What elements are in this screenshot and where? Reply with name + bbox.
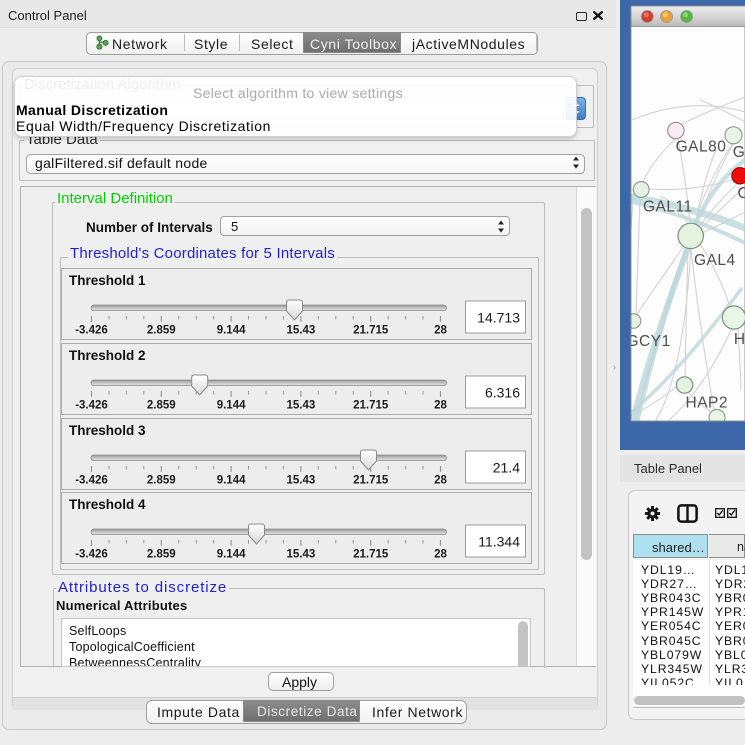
svg-text:H: H	[734, 331, 745, 348]
svg-text:2.859: 2.859	[146, 474, 175, 486]
svg-text:-3.426: -3.426	[75, 325, 108, 337]
svg-text:15.43: 15.43	[286, 399, 315, 411]
svg-text:2.859: 2.859	[146, 549, 175, 561]
svg-text:28: 28	[434, 549, 447, 561]
svg-text:9.144: 9.144	[216, 399, 245, 411]
svg-text:11.344: 11.344	[478, 534, 520, 550]
svg-text:21.4: 21.4	[492, 459, 519, 475]
svg-text:21.715: 21.715	[353, 325, 389, 337]
svg-text:6.316: 6.316	[484, 384, 519, 400]
svg-text:15.43: 15.43	[286, 549, 315, 561]
svg-text:C: C	[738, 185, 745, 202]
svg-text:9.144: 9.144	[216, 474, 245, 486]
svg-text:21.715: 21.715	[353, 399, 389, 411]
svg-text:-3.426: -3.426	[75, 399, 108, 411]
svg-text:Threshold 3: Threshold 3	[69, 423, 146, 438]
svg-text:21.715: 21.715	[353, 549, 389, 561]
svg-text:GAL11: GAL11	[643, 199, 693, 216]
svg-text:14.713: 14.713	[477, 310, 520, 326]
svg-text:GAL80: GAL80	[676, 139, 727, 156]
svg-text:HAP2: HAP2	[686, 395, 729, 412]
svg-text:GAL4: GAL4	[694, 252, 736, 269]
svg-text:28: 28	[434, 325, 447, 337]
svg-text:21.715: 21.715	[353, 474, 389, 486]
svg-text:-3.426: -3.426	[75, 474, 108, 486]
svg-text:9.144: 9.144	[216, 325, 245, 337]
svg-text:28: 28	[434, 474, 447, 486]
svg-text:2.859: 2.859	[146, 399, 175, 411]
svg-text:28: 28	[434, 399, 447, 411]
svg-text:15.43: 15.43	[286, 474, 315, 486]
svg-text:GA: GA	[733, 144, 745, 161]
svg-text:Threshold 2: Threshold 2	[69, 348, 146, 363]
svg-text:15.43: 15.43	[286, 325, 315, 337]
svg-text:Threshold 4: Threshold 4	[69, 497, 146, 512]
svg-text:-3.426: -3.426	[75, 549, 108, 561]
svg-text:Threshold 1: Threshold 1	[69, 273, 146, 288]
svg-text:9.144: 9.144	[216, 549, 245, 561]
svg-text:GCY1: GCY1	[627, 333, 671, 350]
svg-text:2.859: 2.859	[146, 325, 175, 337]
